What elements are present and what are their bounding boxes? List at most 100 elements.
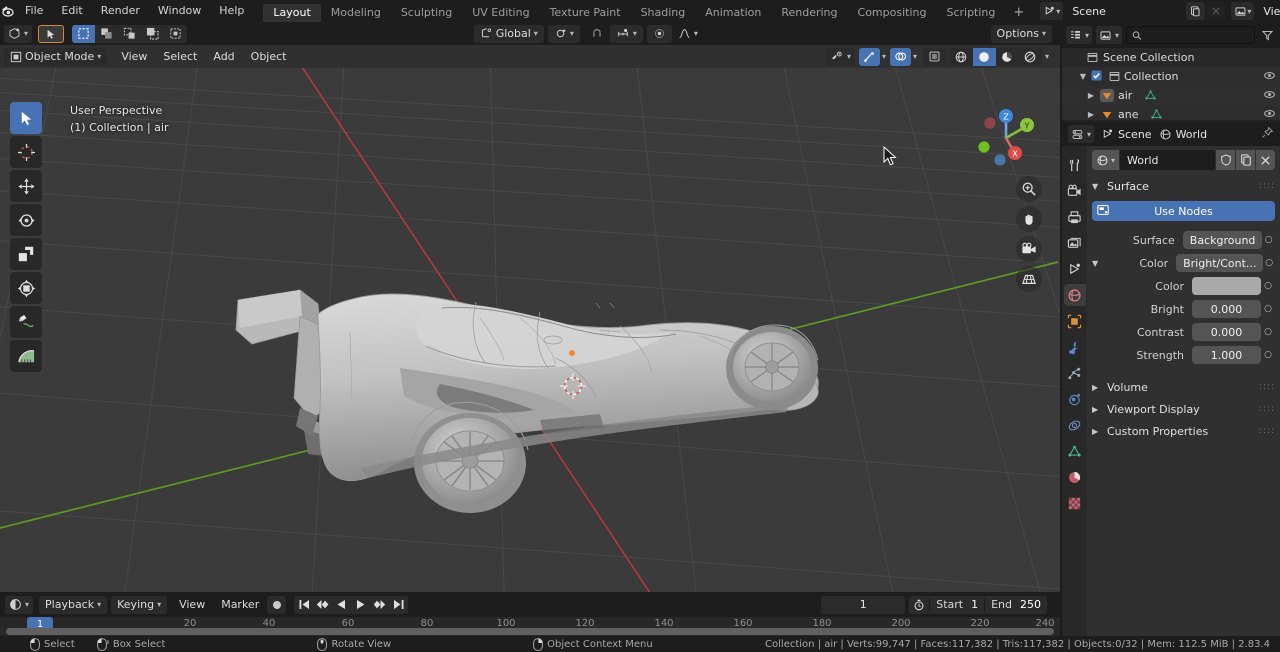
timeline-menu-playback[interactable]: Playback ▾ — [39, 595, 108, 614]
animate-decorator-icon[interactable]: ○ — [1261, 304, 1275, 314]
zoom-icon[interactable] — [1016, 176, 1042, 202]
use-preview-range-icon[interactable] — [909, 596, 929, 614]
workspace-tab-modeling[interactable]: Modeling — [321, 4, 391, 22]
menu-file[interactable]: File — [16, 0, 52, 22]
properties-tab-modifiers[interactable] — [1064, 336, 1086, 358]
world-browse-button[interactable]: ▾ — [1092, 150, 1120, 170]
transform-orientation-selector[interactable]: Global ▾ — [473, 24, 544, 43]
mesh-data-icon[interactable] — [1144, 89, 1157, 102]
volume-panel-header[interactable]: ▶ Volume :::: — [1092, 376, 1275, 398]
tool-cursor[interactable] — [10, 136, 42, 168]
outliner-search-box[interactable] — [1126, 26, 1255, 44]
properties-tab-world[interactable] — [1063, 284, 1086, 306]
fake-user-button[interactable] — [1216, 150, 1235, 170]
tool-move[interactable] — [10, 170, 42, 202]
timeline-menu-view[interactable]: View — [171, 596, 213, 614]
scene-browse-button[interactable]: ▾ — [1040, 2, 1064, 20]
surface-value-field[interactable]: Background — [1182, 231, 1263, 249]
jump-end-icon[interactable] — [389, 596, 408, 614]
toggle-ortho-icon[interactable] — [1016, 266, 1042, 292]
tool-annotate[interactable] — [10, 306, 42, 338]
next-keyframe-icon[interactable] — [370, 596, 389, 614]
color-swatch-field[interactable] — [1192, 277, 1261, 295]
snap-target-selector[interactable]: ▾ — [547, 24, 580, 43]
viewport-nav-gizmo[interactable]: Z Y X — [968, 98, 1038, 168]
tool-measure[interactable] — [10, 340, 42, 372]
breadcrumb-scene[interactable]: Scene — [1101, 128, 1152, 141]
timeline-horizontal-scrollbar[interactable] — [6, 628, 1054, 635]
start-frame-value[interactable]: 1 — [969, 598, 984, 611]
strength-value-field[interactable]: 1.000 — [1192, 346, 1261, 364]
workspace-tab-layout[interactable]: Layout — [263, 4, 321, 22]
use-nodes-button[interactable]: Use Nodes — [1092, 201, 1275, 221]
snap-toggle-button[interactable] — [584, 25, 610, 43]
menu-render[interactable]: Render — [92, 0, 149, 22]
select-extend-icon[interactable] — [95, 25, 118, 43]
jump-start-icon[interactable] — [294, 596, 313, 614]
workspace-tab-shading[interactable]: Shading — [631, 4, 696, 22]
timeline-editor-type-selector[interactable]: ▾ — [5, 595, 34, 614]
properties-tab-tool[interactable] — [1064, 154, 1086, 176]
disclosure-icon[interactable]: ▼ — [1078, 72, 1088, 81]
proportional-edit-toggle[interactable] — [646, 24, 672, 43]
properties-editor-type-selector[interactable]: ▾ — [1068, 125, 1095, 143]
current-frame-field[interactable]: 1 — [821, 595, 906, 614]
view-layer-browse-button[interactable]: ▾ — [1231, 2, 1255, 20]
select-subtract-icon[interactable] — [118, 25, 141, 43]
gizmo-toggle[interactable] — [858, 47, 880, 66]
outliner-filter-button[interactable] — [1259, 26, 1276, 44]
shading-wireframe-icon[interactable] — [950, 48, 973, 66]
view-layer-name-field[interactable]: View Layer — [1256, 2, 1280, 20]
properties-tab-data[interactable] — [1064, 440, 1086, 462]
viewport-canvas[interactable]: ▭▭ User Perspective (1) Collection | air — [0, 68, 1060, 592]
workspace-tab-compositing[interactable]: Compositing — [848, 4, 937, 22]
tool-scale[interactable] — [10, 238, 42, 270]
shading-dropdown[interactable]: ▾ — [1042, 48, 1052, 66]
play-icon[interactable] — [351, 596, 370, 614]
select-invert-icon[interactable] — [141, 25, 164, 43]
viewport-menu-add[interactable]: Add — [205, 48, 242, 66]
animate-decorator-icon[interactable]: ○ — [1263, 258, 1275, 268]
scene-unlink-button[interactable] — [1206, 2, 1226, 20]
play-reverse-icon[interactable] — [332, 596, 351, 614]
properties-tab-texture[interactable] — [1064, 492, 1086, 514]
workspace-tab-uv-editing[interactable]: UV Editing — [462, 4, 539, 22]
disclosure-icon[interactable]: ▶ — [1086, 91, 1096, 100]
xray-toggle[interactable] — [922, 47, 946, 66]
timeline-menu-keying[interactable]: Keying ▾ — [111, 595, 168, 614]
tool-rotate[interactable] — [10, 204, 42, 236]
viewport-display-panel-header[interactable]: ▶ Viewport Display :::: — [1092, 398, 1275, 420]
viewport-menu-select[interactable]: Select — [155, 48, 205, 66]
prev-keyframe-icon[interactable] — [313, 596, 332, 614]
disclosure-icon[interactable]: ▶ — [1086, 110, 1096, 119]
mesh-data-icon[interactable] — [1150, 108, 1163, 121]
pin-icon[interactable] — [1261, 126, 1274, 142]
outliner-row-air[interactable]: ▶ air — [1062, 86, 1280, 105]
outliner-editor-type-selector[interactable]: ▾ — [1066, 26, 1093, 44]
properties-tab-view-layer[interactable] — [1064, 232, 1086, 254]
falloff-type-selector[interactable]: ▾ — [672, 25, 704, 43]
end-frame-value[interactable]: 250 — [1018, 598, 1047, 611]
record-keyframes-icon[interactable] — [267, 596, 286, 614]
workspace-tab-scripting[interactable]: Scripting — [936, 4, 1005, 22]
workspace-tab-texture-paint[interactable]: Texture Paint — [540, 4, 631, 22]
select-intersect-icon[interactable] — [164, 25, 187, 43]
surface-panel-header[interactable]: ▼ Surface :::: — [1092, 176, 1275, 196]
properties-tab-output[interactable] — [1064, 206, 1086, 228]
properties-tab-material[interactable] — [1064, 466, 1086, 488]
breadcrumb-world[interactable]: World — [1159, 128, 1207, 141]
menu-window[interactable]: Window — [149, 0, 210, 22]
overlays-dropdown[interactable]: ▾ — [911, 48, 919, 66]
editor-type-selector[interactable]: ▾ — [4, 24, 33, 43]
shading-rendered-icon[interactable] — [1019, 48, 1042, 66]
viewport-menu-view[interactable]: View — [113, 48, 155, 66]
options-dropdown[interactable]: Options ▾ — [990, 24, 1053, 43]
camera-view-icon[interactable] — [1016, 236, 1042, 262]
workspace-tab-sculpting[interactable]: Sculpting — [391, 4, 462, 22]
timeline-ruler[interactable]: 20 40 60 80 100 120 140 160 180 200 220 … — [0, 617, 1060, 636]
contrast-value-field[interactable]: 0.000 — [1192, 323, 1261, 341]
viewport-menu-object[interactable]: Object — [243, 48, 295, 66]
animate-decorator-icon[interactable]: ○ — [1262, 235, 1275, 245]
shading-solid-icon[interactable] — [972, 47, 996, 66]
timeline-menu-marker[interactable]: Marker — [213, 596, 267, 614]
